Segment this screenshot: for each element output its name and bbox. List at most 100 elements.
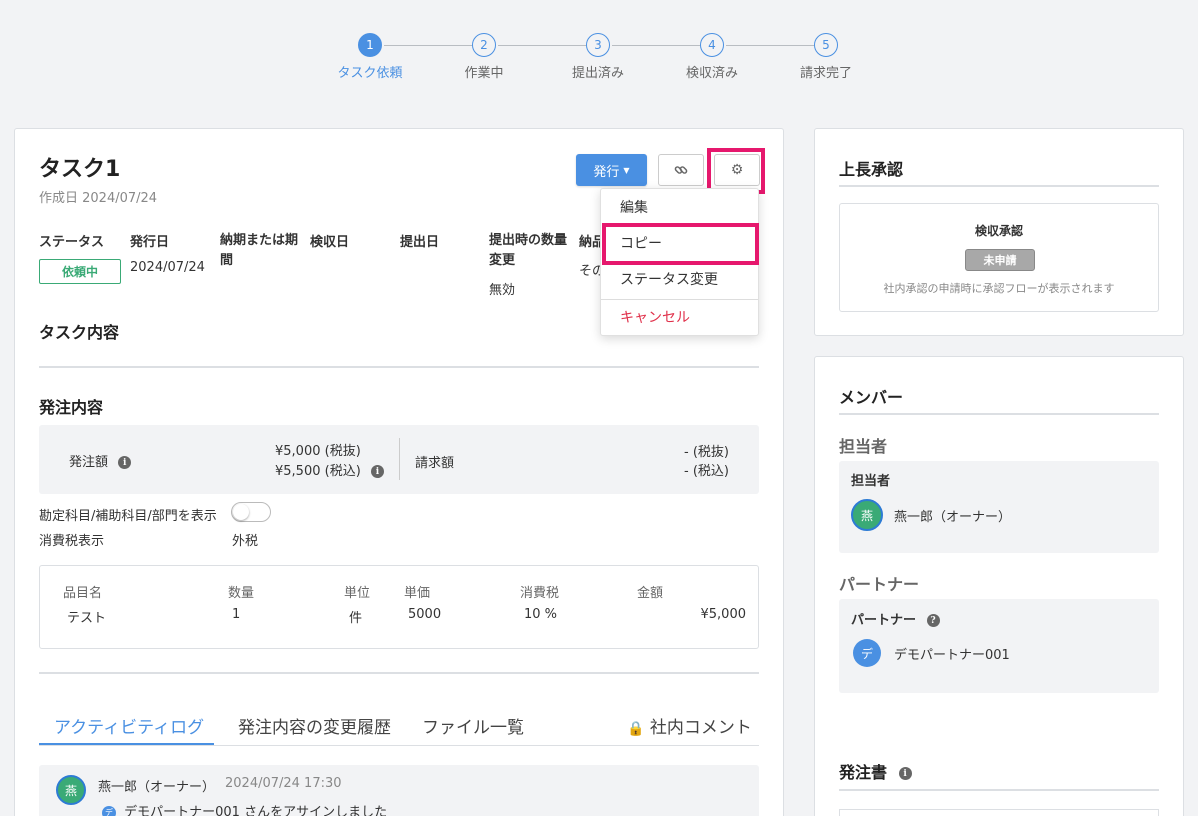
step-5-label: 請求完了 [799,66,852,81]
divider [39,672,759,674]
table-header-unit: 単位 [344,586,371,601]
copy-item-highlight [602,223,759,265]
order-amount-incl-text: ¥5,500 (税込) [275,464,361,479]
link-button[interactable] [658,154,704,186]
step-3-label: 提出済み [571,66,624,81]
publish-button-label: 発行 [593,164,620,180]
amount-summary: 発注額 i ¥5,000 (税抜) ¥5,500 (税込) i 請求額 - (税… [39,425,759,494]
tab-internal-comments-label: 社内コメント [649,718,752,738]
menu-item-status-change[interactable]: ステータス変更 [601,262,758,296]
partner-section-heading: パートナー [839,575,920,594]
approval-status-badge: 未申請 [965,249,1035,271]
divider [839,413,1159,415]
divider [39,366,759,368]
order-amount-incl: ¥5,500 (税込) i [275,460,384,479]
task-content-heading: タスク内容 [39,323,120,342]
order-amount-excl: ¥5,000 (税抜) [275,444,361,459]
billing-excl: - (税抜) [684,445,729,460]
assignee-name: 燕一郎（オーナー） [894,510,1012,525]
info-icon[interactable]: i [370,465,384,478]
step-connector [726,45,814,46]
partner-box-label-text: パートナー [851,613,917,628]
table-cell-unit: 件 [349,611,363,626]
step-connector [612,45,700,46]
order-amount-label-text: 発注額 [69,455,109,470]
qty-change-value: 無効 [489,283,516,298]
assignee-box: 担当者 燕 燕一郎（オーナー） [839,461,1159,553]
step-4-indicator: 4 [700,33,724,57]
divider [839,185,1159,187]
table-header-amount: 金額 [637,586,664,601]
activity-message: デ デモパートナー001 さんをアサインしました [102,801,387,816]
purchase-order-heading-text: 発注書 [839,763,888,782]
approval-box: 検収承認 未申請 社内承認の申請時に承認フローが表示されます [839,203,1159,312]
members-card: メンバー 担当者 担当者 燕 燕一郎（オーナー） パートナー パートナー ? デ… [814,356,1184,816]
lock-icon: 🔒 [627,721,645,737]
billing-label: 請求額 [415,456,455,471]
menu-item-edit[interactable]: 編集 [601,190,758,224]
activity-user: 燕一郎（オーナー） [98,780,216,795]
step-2-label: 作業中 [464,66,504,81]
help-icon[interactable]: ? [926,614,940,627]
caret-down-icon: ▼ [623,165,630,175]
menu-item-cancel[interactable]: キャンセル [601,300,758,334]
purchase-order-table [839,809,1159,816]
items-table: 品目名 数量 単位 単価 消費税 金額 テスト 1 件 5000 10 % ¥5… [39,565,759,649]
submit-date-label: 提出日 [400,235,440,250]
avatar: デ [853,639,881,667]
tab-activity-log[interactable]: アクティビティログ [54,713,204,738]
billing-incl: - (税込) [684,464,729,479]
info-icon[interactable]: i [898,767,912,780]
avatar: 燕 [56,775,86,805]
inspection-date-label: 検収日 [310,235,350,250]
activity-time: 2024/07/24 17:30 [225,776,342,791]
divider [839,789,1159,791]
approval-heading: 上長承認 [839,160,904,179]
status-label: ステータス [39,235,105,250]
link-icon [674,166,688,174]
approval-note: 社内承認の申請時に承認フローが表示されます [883,282,1115,295]
status-badge: 依頼中 [39,259,121,284]
assignee-section-heading: 担当者 [839,437,888,456]
avatar: 燕 [851,499,883,531]
purchase-order-heading: 発注書 i [839,759,912,783]
members-heading: メンバー [839,388,904,407]
assignee-box-label: 担当者 [851,474,891,489]
publish-button[interactable]: 発行 ▼ [576,154,647,186]
partner-box-label: パートナー ? [851,609,940,628]
step-5-indicator: 5 [814,33,838,57]
tabs-baseline [39,745,759,746]
table-cell-price: 5000 [408,607,442,622]
account-toggle-label: 勘定科目/補助科目/部門を表示 [39,509,217,524]
issue-date-label: 発行日 [130,235,170,250]
qty-change-label: 提出時の数量変更 [489,233,568,268]
mini-avatar: デ [102,805,116,816]
table-header-tax: 消費税 [520,586,560,601]
step-connector [498,45,586,46]
tab-internal-comments[interactable]: 🔒 社内コメント [627,713,752,738]
activity-message-text: デモパートナー001 さんをアサインしました [124,805,388,816]
approval-box-title: 検収承認 [974,224,1023,238]
table-cell-item: テスト [67,611,107,626]
step-connector [384,45,472,46]
activity-entry: 燕 燕一郎（オーナー） 2024/07/24 17:30 デ デモパートナー00… [39,765,759,816]
tab-change-history[interactable]: 発注内容の変更履歴 [238,713,391,738]
step-3-indicator: 3 [586,33,610,57]
order-amount-label: 発注額 i [69,451,132,470]
approval-card: 上長承認 検収承認 未申請 社内承認の申請時に承認フローが表示されます [814,128,1184,336]
table-header-price: 単価 [404,586,431,601]
info-icon[interactable]: i [118,456,132,469]
step-1-label: タスク依頼 [337,66,403,81]
partner-name: デモパートナー001 [894,648,1010,663]
tab-file-list[interactable]: ファイル一覧 [422,713,524,738]
divider [399,438,400,480]
task-title: タスク1 [39,157,121,182]
created-date: 作成日 2024/07/24 [39,191,158,206]
table-header-qty: 数量 [228,586,255,601]
account-toggle[interactable] [231,502,271,522]
issue-date-value: 2024/07/24 [130,260,205,275]
partner-box: パートナー ? デ デモパートナー001 [839,599,1159,693]
tax-display-label: 消費税表示 [39,534,105,549]
table-cell-amount: ¥5,000 [700,607,747,622]
step-4-label: 検収済み [685,66,738,81]
